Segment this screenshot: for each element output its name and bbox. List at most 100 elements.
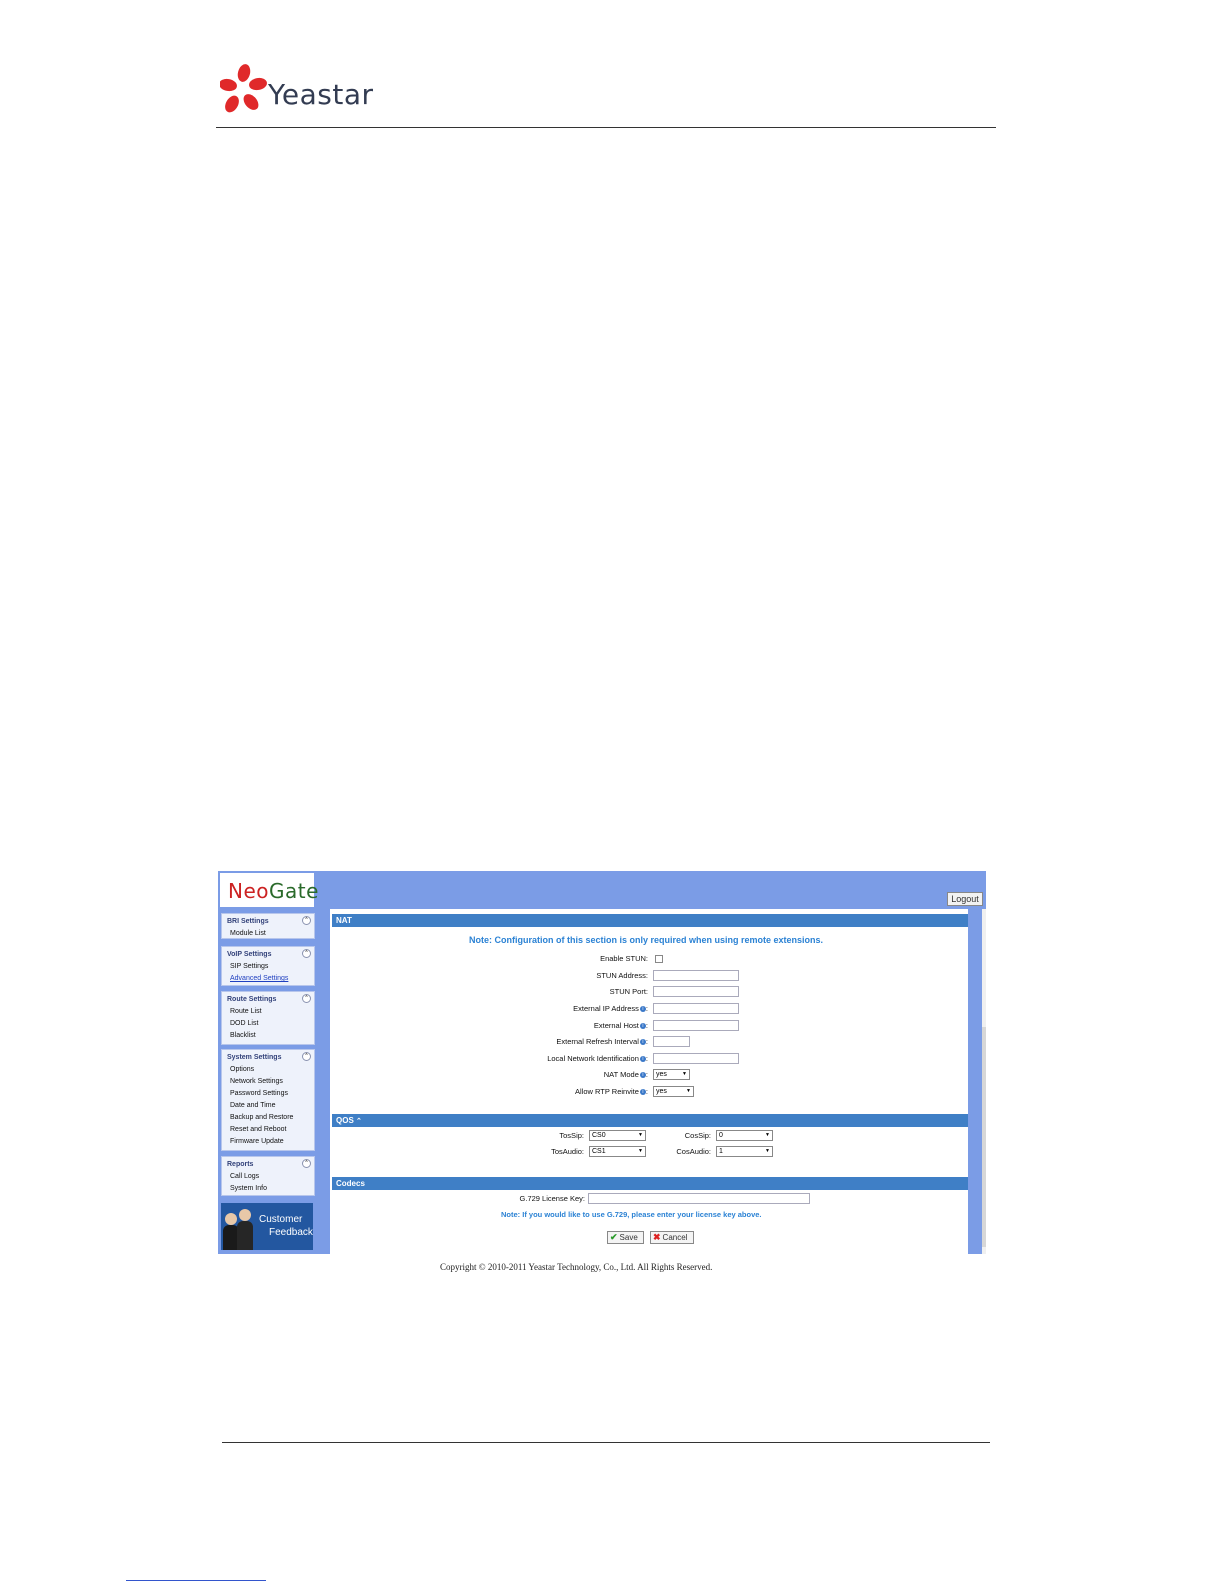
- header-rule: [216, 127, 996, 128]
- refresh-interval-input[interactable]: [653, 1036, 690, 1047]
- sidebar-item-network-settings[interactable]: Network Settings: [222, 1076, 314, 1088]
- collapse-icon[interactable]: ⌃: [302, 916, 311, 925]
- info-icon[interactable]: i: [639, 1039, 646, 1046]
- refresh-interval-label: External Refresh Interval i:: [556, 1037, 648, 1046]
- tosaudio-select[interactable]: CS1 ▼: [589, 1146, 646, 1157]
- stun-address-label: STUN Address:: [596, 971, 648, 980]
- sidebar-group-route: Route Settings ⌃ Route List DOD List Blac…: [221, 991, 315, 1045]
- sidebar-item-advanced-settings[interactable]: Advanced Settings: [222, 973, 314, 985]
- info-icon[interactable]: i: [639, 1006, 646, 1013]
- cossip-label: CosSip:: [684, 1131, 711, 1140]
- neogate-logo-part1: Neo: [228, 879, 270, 903]
- stun-port-input[interactable]: [653, 986, 739, 997]
- external-host-input[interactable]: [653, 1020, 739, 1031]
- dropdown-arrow-icon: ▼: [686, 1088, 691, 1094]
- nat-note: Note: Configuration of this section is o…: [469, 935, 824, 945]
- footer-rule: [222, 1442, 990, 1443]
- customer-feedback-banner[interactable]: Customer Feedback: [221, 1203, 313, 1250]
- sidebar-item-system-info[interactable]: System Info: [222, 1183, 314, 1195]
- sidebar-item-backup-restore[interactable]: Backup and Restore: [222, 1112, 314, 1124]
- external-ip-input[interactable]: [653, 1003, 739, 1014]
- cosaudio-label: CosAudio:: [676, 1147, 711, 1156]
- qos-section-header: QOS ⌃: [332, 1114, 968, 1127]
- local-network-input[interactable]: [653, 1053, 739, 1064]
- enable-stun-label: Enable STUN:: [600, 954, 648, 963]
- allow-rtp-label: Allow RTP Reinvite i:: [574, 1087, 648, 1096]
- collapse-icon[interactable]: ⌃: [356, 1118, 362, 1125]
- collapse-icon[interactable]: ⌃: [302, 1159, 311, 1168]
- footer-link-underline: [126, 1580, 266, 1581]
- sidebar-item-blacklist[interactable]: Blacklist: [222, 1030, 314, 1042]
- yeastar-flower-icon: [219, 64, 267, 113]
- collapse-icon[interactable]: ⌃: [302, 1052, 311, 1061]
- cancel-button[interactable]: ✖ Cancel: [650, 1231, 694, 1244]
- sidebar-item-password-settings[interactable]: Password Settings: [222, 1088, 314, 1100]
- nat-mode-label: NAT Mode i:: [603, 1070, 648, 1079]
- collapse-icon[interactable]: ⌃: [302, 994, 311, 1003]
- sidebar-group-title: Reports: [227, 1161, 254, 1168]
- stun-address-input[interactable]: [653, 970, 739, 981]
- top-banner: NeoGate Logout: [218, 871, 986, 909]
- logout-button[interactable]: Logout: [947, 892, 983, 906]
- scrollbar[interactable]: [982, 909, 986, 1254]
- sidebar-item-date-time[interactable]: Date and Time: [222, 1100, 314, 1112]
- tossip-label: TosSip:: [559, 1131, 584, 1140]
- allow-rtp-select[interactable]: yes ▼: [653, 1086, 694, 1097]
- scrollbar-thumb[interactable]: [982, 1027, 986, 1247]
- close-icon: ✖: [653, 1232, 661, 1242]
- yeastar-logo: Yeastar: [219, 60, 380, 120]
- tossip-select[interactable]: CS0 ▼: [589, 1130, 646, 1141]
- feedback-label-line2: Feedback: [269, 1227, 313, 1238]
- info-icon[interactable]: i: [639, 1023, 646, 1030]
- dropdown-arrow-icon: ▼: [765, 1148, 770, 1154]
- nat-section-header: NAT: [332, 914, 968, 927]
- enable-stun-checkbox[interactable]: [655, 955, 663, 963]
- sidebar-group-reports: Reports ⌃ Call Logs System Info: [221, 1156, 315, 1196]
- neogate-logo: NeoGate: [220, 873, 318, 907]
- cossip-select[interactable]: 0 ▼: [716, 1130, 773, 1141]
- codecs-section-header: Codecs: [332, 1177, 968, 1190]
- stun-port-label: STUN Port:: [609, 987, 648, 996]
- save-button[interactable]: ✔ Save: [607, 1231, 644, 1244]
- external-host-label: External Host i:: [593, 1021, 648, 1030]
- check-icon: ✔: [610, 1232, 618, 1242]
- info-icon[interactable]: i: [639, 1072, 646, 1079]
- sidebar-group-bri: BRI Settings ⌃ Module List: [221, 913, 315, 939]
- settings-panel: NAT Note: Configuration of this section …: [330, 909, 968, 1254]
- neogate-logo-part2: Gate: [269, 879, 319, 903]
- yeastar-wordmark: Yeastar: [268, 78, 374, 111]
- dropdown-arrow-icon: ▼: [638, 1148, 643, 1154]
- collapse-icon[interactable]: ⌃: [302, 949, 311, 958]
- copyright-text: Copyright © 2010-2011 Yeastar Technology…: [440, 1262, 713, 1272]
- external-ip-label: External IP Address i:: [573, 1004, 648, 1013]
- sidebar-item-reset-reboot[interactable]: Reset and Reboot: [222, 1124, 314, 1136]
- sidebar-group-title: VoIP Settings: [227, 951, 272, 958]
- license-key-label: G.729 License Key:: [519, 1194, 585, 1203]
- sidebar-item-options[interactable]: Options: [222, 1064, 314, 1076]
- sidebar-item-route-list[interactable]: Route List: [222, 1006, 314, 1018]
- nat-mode-select[interactable]: yes ▼: [653, 1069, 690, 1080]
- local-network-label: Local Network Identification i:: [547, 1054, 648, 1063]
- info-icon[interactable]: i: [639, 1056, 646, 1063]
- dropdown-arrow-icon: ▼: [682, 1071, 687, 1077]
- tosaudio-label: TosAudio:: [551, 1147, 584, 1156]
- sidebar-group-voip: VoIP Settings ⌃ SIP Settings Advanced Set…: [221, 946, 315, 986]
- sidebar-group-title: System Settings: [227, 1054, 282, 1061]
- sidebar-item-module-list[interactable]: Module List: [222, 928, 314, 940]
- codecs-note: Note: If you would like to use G.729, pl…: [501, 1210, 762, 1219]
- sidebar-item-firmware-update[interactable]: Firmware Update: [222, 1136, 314, 1148]
- feedback-label-line1: Customer: [259, 1214, 303, 1225]
- neogate-screenshot: NeoGate Logout BRI Settings ⌃ Module List…: [218, 871, 986, 1254]
- sidebar: BRI Settings ⌃ Module List VoIP Settings ⌃…: [218, 909, 316, 1254]
- sidebar-item-call-logs[interactable]: Call Logs: [222, 1171, 314, 1183]
- dropdown-arrow-icon: ▼: [638, 1132, 643, 1138]
- license-key-input[interactable]: [588, 1193, 810, 1204]
- sidebar-item-sip-settings[interactable]: SIP Settings: [222, 961, 314, 973]
- sidebar-item-dod-list[interactable]: DOD List: [222, 1018, 314, 1030]
- dropdown-arrow-icon: ▼: [765, 1132, 770, 1138]
- sidebar-group-title: Route Settings: [227, 996, 277, 1003]
- info-icon[interactable]: i: [639, 1089, 646, 1096]
- cosaudio-select[interactable]: 1 ▼: [716, 1146, 773, 1157]
- sidebar-group-title: BRI Settings: [227, 918, 269, 925]
- sidebar-group-system: System Settings ⌃ Options Network Setting…: [221, 1049, 315, 1151]
